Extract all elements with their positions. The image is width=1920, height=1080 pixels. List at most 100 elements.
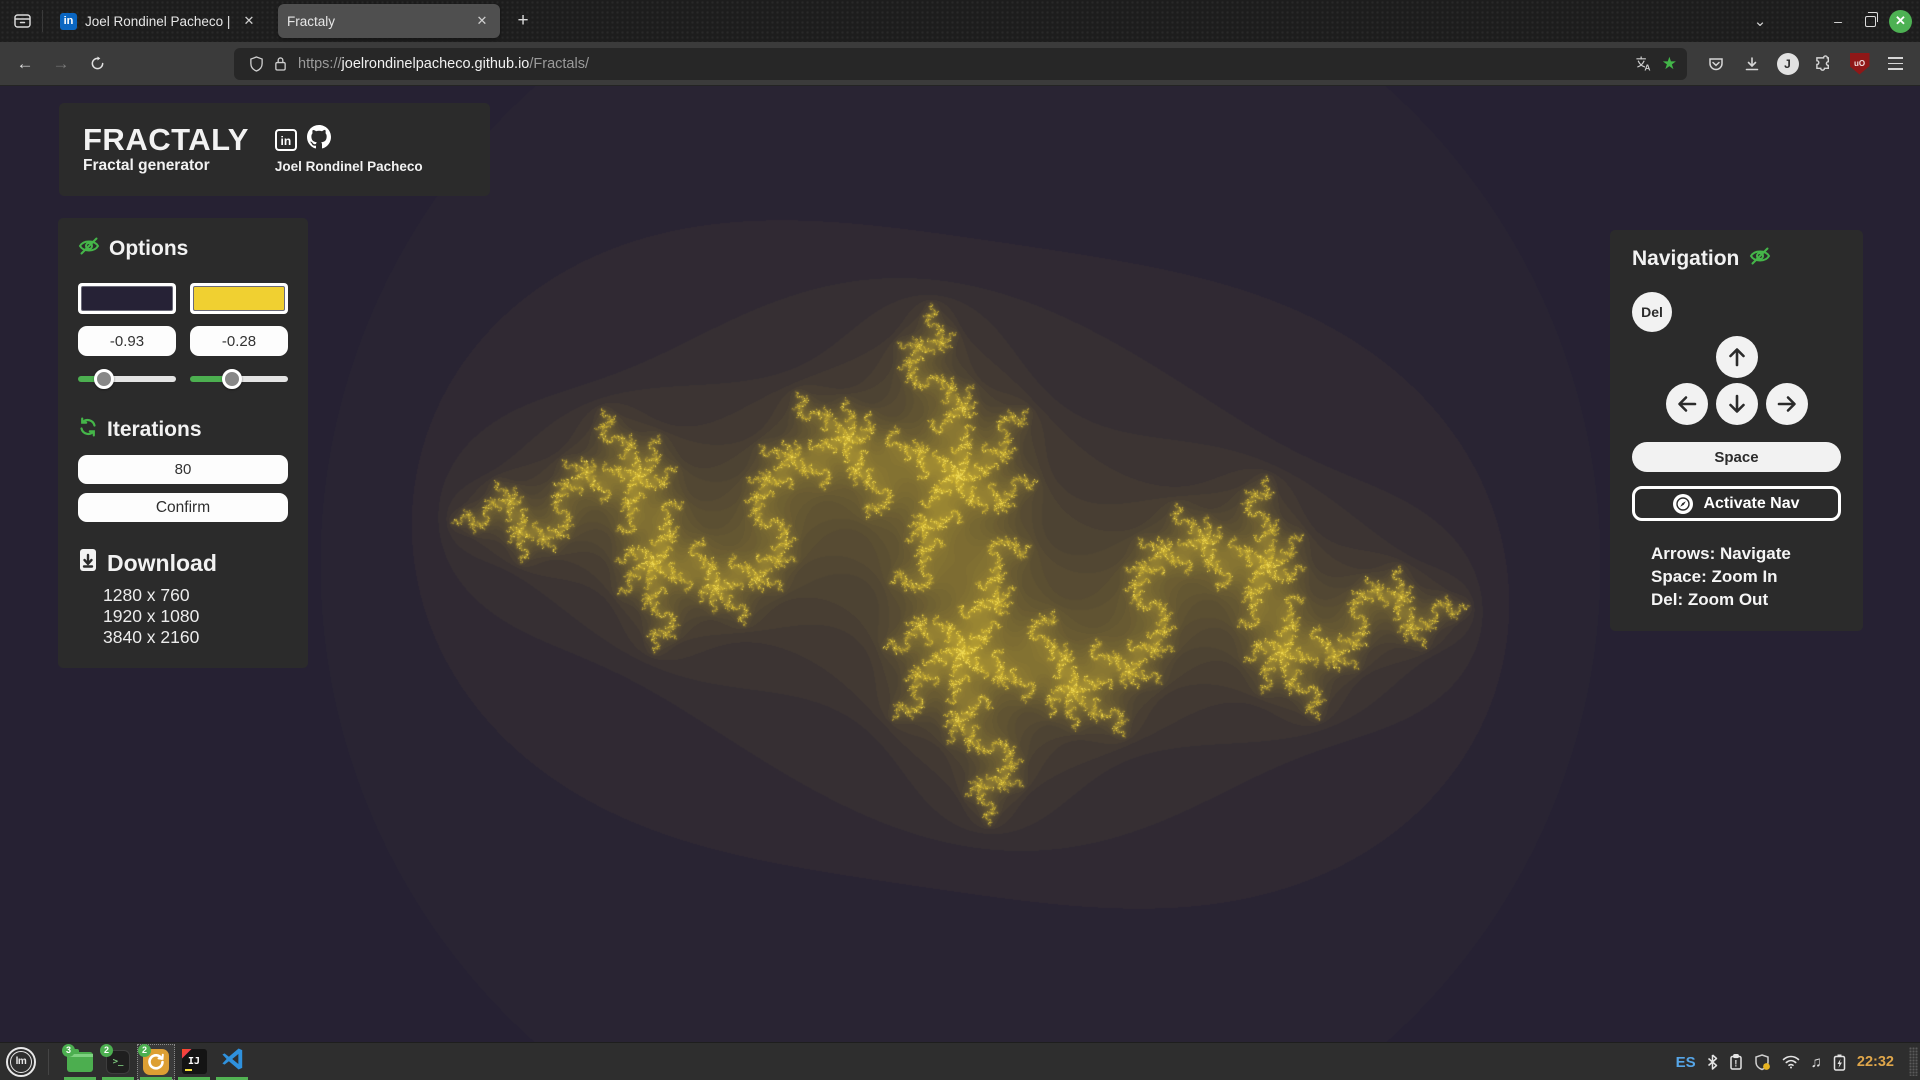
navigation-title: Navigation: [1632, 247, 1739, 271]
author-block: in Joel Rondinel Pacheco: [275, 125, 423, 174]
ublock-icon[interactable]: uO: [1845, 49, 1874, 78]
bluetooth-icon[interactable]: [1707, 1054, 1718, 1070]
browser-badge: 2: [138, 1044, 151, 1057]
svg-text:A: A: [1645, 62, 1651, 71]
tab-fractaly[interactable]: Fractaly ✕: [278, 4, 500, 38]
close-icon[interactable]: ✕: [239, 11, 259, 31]
linkedin-icon[interactable]: in: [275, 129, 297, 151]
real-slider[interactable]: [78, 369, 176, 389]
arrow-right-button[interactable]: [1766, 383, 1808, 425]
bookmark-star-icon[interactable]: ★: [1662, 54, 1677, 74]
clipboard-icon[interactable]: !: [1729, 1054, 1743, 1070]
tab-title: Fractaly: [287, 14, 466, 29]
constant-sliders: [78, 369, 288, 389]
translate-icon[interactable]: A: [1632, 52, 1656, 76]
slider-thumb[interactable]: [222, 369, 242, 389]
vscode-icon: [220, 1047, 244, 1076]
intellij-icon: IJ: [182, 1049, 207, 1074]
activate-nav-button[interactable]: Activate Nav: [1632, 486, 1841, 521]
eye-off-icon[interactable]: [78, 236, 100, 262]
arrow-up-button[interactable]: [1716, 336, 1758, 378]
window-controls: ⌄ – ✕: [1747, 0, 1912, 42]
help-line: Arrows: Navigate: [1651, 542, 1841, 565]
chevron-down-icon[interactable]: ⌄: [1747, 8, 1773, 34]
space-button[interactable]: Space: [1632, 442, 1841, 472]
mint-menu-button[interactable]: lm: [6, 1047, 36, 1077]
reload-button[interactable]: [82, 49, 112, 79]
primary-color-input[interactable]: [78, 283, 176, 314]
restore-button[interactable]: [1857, 8, 1883, 34]
extensions-puzzle-icon[interactable]: [1809, 49, 1838, 78]
browser-app-button[interactable]: 2: [137, 1044, 175, 1080]
new-tab-button[interactable]: +: [510, 8, 536, 34]
navigation-title-row: Navigation: [1632, 246, 1841, 272]
running-indicator: [216, 1077, 248, 1080]
compass-icon: [1673, 494, 1693, 514]
account-avatar[interactable]: J: [1773, 49, 1802, 78]
help-line: Del: Zoom Out: [1651, 588, 1841, 611]
browser-tab-bar: in Joel Rondinel Pacheco | Lin ✕ Fractal…: [0, 0, 1920, 42]
constant-inputs: -0.93 -0.28: [78, 326, 288, 356]
options-title: Options: [109, 237, 188, 261]
real-value-input[interactable]: -0.93: [78, 326, 176, 356]
color-inputs: [78, 283, 288, 314]
keyboard-layout-indicator[interactable]: ES: [1676, 1054, 1696, 1071]
minimize-button[interactable]: –: [1825, 8, 1851, 34]
forward-button[interactable]: →: [46, 49, 76, 79]
refresh-icon: [78, 417, 98, 443]
taskbar-separator: [48, 1049, 49, 1075]
close-icon[interactable]: ✕: [472, 11, 492, 31]
battery-icon[interactable]: [1833, 1054, 1846, 1071]
github-icon[interactable]: [307, 125, 331, 154]
author-name: Joel Rondinel Pacheco: [275, 159, 423, 174]
lock-icon[interactable]: [268, 52, 292, 76]
wifi-icon[interactable]: [1782, 1055, 1800, 1069]
options-title-row: Options: [78, 236, 288, 262]
del-button[interactable]: Del: [1632, 292, 1672, 332]
running-indicator: [64, 1077, 96, 1080]
navigation-panel: Navigation Del: [1610, 230, 1863, 631]
iterations-input[interactable]: 80: [78, 455, 288, 484]
download-size-option[interactable]: 1280 x 760: [103, 585, 288, 606]
confirm-button[interactable]: Confirm: [78, 493, 288, 522]
music-icon[interactable]: ♫: [1811, 1054, 1822, 1071]
intellij-app-button[interactable]: IJ: [175, 1044, 213, 1080]
clock[interactable]: 22:32: [1857, 1054, 1894, 1070]
running-indicator: [102, 1077, 134, 1080]
back-button[interactable]: ←: [10, 49, 40, 79]
download-title-row: Download: [78, 548, 288, 578]
download-size-option[interactable]: 3840 x 2160: [103, 627, 288, 648]
secondary-color-input[interactable]: [190, 283, 288, 314]
close-window-button[interactable]: ✕: [1889, 10, 1912, 33]
eye-off-icon[interactable]: [1749, 246, 1771, 272]
slider-thumb[interactable]: [94, 369, 114, 389]
primary-color-swatch: [81, 286, 173, 311]
file-download-icon: [78, 548, 98, 578]
imaginary-value-input[interactable]: -0.28: [190, 326, 288, 356]
url-bar[interactable]: https://joelrondinelpacheco.github.io/Fr…: [234, 48, 1687, 80]
toolbar-extensions: J uO: [1701, 49, 1910, 78]
imaginary-slider[interactable]: [190, 369, 288, 389]
download-size-option[interactable]: 1920 x 1080: [103, 606, 288, 627]
menu-hamburger-icon[interactable]: [1881, 49, 1910, 78]
tab-linkedin[interactable]: in Joel Rondinel Pacheco | Lin ✕: [51, 4, 267, 38]
logo-block: FRACTALY Fractal generator: [83, 125, 249, 175]
activate-nav-label: Activate Nav: [1703, 495, 1799, 513]
vscode-app-button[interactable]: [213, 1044, 251, 1080]
arrow-down-button[interactable]: [1716, 383, 1758, 425]
firefox-view-icon[interactable]: [10, 9, 34, 33]
downloads-icon[interactable]: [1737, 49, 1766, 78]
help-line: Space: Zoom In: [1651, 565, 1841, 588]
arrow-left-button[interactable]: [1666, 383, 1708, 425]
update-shield-icon[interactable]: [1754, 1054, 1771, 1071]
arrow-pad: [1632, 336, 1841, 425]
app-title: FRACTALY: [83, 125, 249, 155]
secondary-color-swatch: [193, 286, 285, 311]
terminal-app-button[interactable]: 2 >_: [99, 1044, 137, 1080]
shield-icon[interactable]: [244, 52, 268, 76]
tab-title: Joel Rondinel Pacheco | Lin: [85, 14, 233, 29]
files-app-button[interactable]: 3: [61, 1044, 99, 1080]
show-desktop-button[interactable]: [1909, 1047, 1918, 1076]
iterations-title-row: Iterations: [78, 417, 288, 443]
pocket-icon[interactable]: [1701, 49, 1730, 78]
